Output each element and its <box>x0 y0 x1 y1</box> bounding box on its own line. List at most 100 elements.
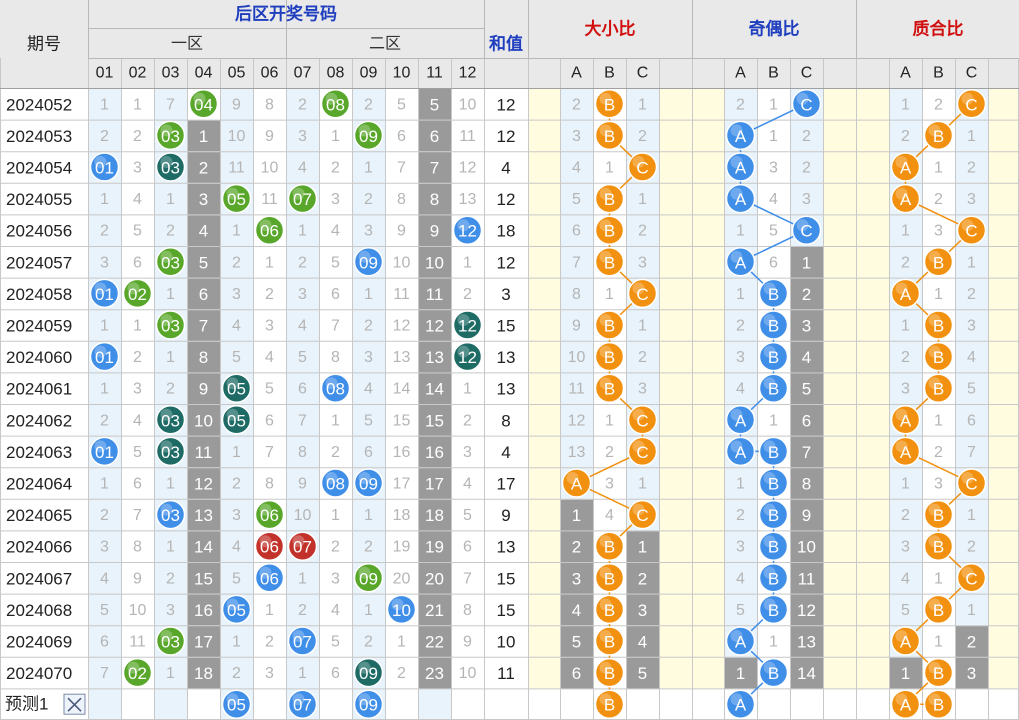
ball-label: B <box>768 285 779 304</box>
period-cell: 2024064 <box>6 475 72 494</box>
ball-label: 03 <box>161 159 180 178</box>
prime-miss: 3 <box>901 381 910 398</box>
miss-cell: 5 <box>133 223 142 240</box>
sum-cell: 13 <box>497 538 516 557</box>
num-header-12: 12 <box>459 65 477 82</box>
parity-header-B: B <box>768 65 779 82</box>
size-miss: 10 <box>568 349 586 366</box>
miss-cell: 3 <box>100 539 109 556</box>
ball-label: 12 <box>458 348 477 367</box>
ball-label: C <box>800 95 812 114</box>
miss-cell: 1 <box>166 349 175 366</box>
ball-label: 06 <box>260 222 279 241</box>
prime-ball-A: A <box>890 183 921 214</box>
size-miss: 13 <box>568 444 586 461</box>
parity-miss: 3 <box>736 349 745 366</box>
parity-miss: 2 <box>736 96 745 113</box>
ball-03: 03 <box>155 436 186 467</box>
miss-cell: 4 <box>364 381 373 398</box>
parity-miss: 1 <box>736 286 745 303</box>
miss-cell: 1 <box>133 96 142 113</box>
size-ball-A: A <box>561 468 592 498</box>
miss-cell: 1 <box>331 507 340 524</box>
sum-cell: 4 <box>501 159 510 178</box>
miss-cell: 8 <box>397 191 406 208</box>
size-ball-B: B <box>594 626 625 656</box>
miss-cell: 2 <box>166 570 175 587</box>
miss-cell: 8 <box>331 349 340 366</box>
ball-label: A <box>900 696 912 715</box>
ball-label: 06 <box>260 569 279 588</box>
ball-label: B <box>604 317 615 336</box>
parity-count: 11 <box>798 569 816 588</box>
ball-label: 01 <box>95 159 114 178</box>
size-miss: 2 <box>638 128 647 145</box>
miss-cell: 2 <box>331 160 340 177</box>
sum-cell: 15 <box>497 569 516 588</box>
miss-cell: 1 <box>298 570 307 587</box>
miss-cell: 11 <box>228 160 245 177</box>
miss-cell: 5 <box>100 602 109 619</box>
size-ball-B: B <box>594 594 625 625</box>
miss-cell: 1 <box>331 412 340 429</box>
parity-header-A: A <box>735 65 746 82</box>
miss-cell: 5 <box>232 570 241 587</box>
miss-cell: 3 <box>232 286 241 303</box>
ball-label: C <box>636 443 648 462</box>
prime-ball-C: C <box>956 89 987 119</box>
period-cell: 2024060 <box>6 348 72 367</box>
back-zone-title: 后区开奖号码 <box>235 4 337 24</box>
prime-count: 2 <box>967 633 976 652</box>
prime-miss: 2 <box>967 160 976 177</box>
ball-02: 02 <box>122 278 153 309</box>
size-count: 5 <box>572 633 581 652</box>
ball-12: 12 <box>452 215 483 245</box>
size-miss: 2 <box>638 223 647 240</box>
miss-cell: 2 <box>100 412 109 429</box>
ball-label: 05 <box>227 411 246 430</box>
ball-03: 03 <box>155 626 186 656</box>
ball-04: 04 <box>188 89 219 119</box>
stat-cell: 18 <box>425 506 444 525</box>
stat-cell: 8 <box>199 348 208 367</box>
period-cell: 2024058 <box>6 285 72 304</box>
miss-cell: 7 <box>463 570 472 587</box>
ball-label: B <box>604 127 615 146</box>
ball-label: 04 <box>194 95 213 114</box>
prime-miss: 1 <box>934 634 943 651</box>
sum-cell: 10 <box>497 633 516 652</box>
size-ball-B: B <box>594 373 625 403</box>
prime-miss: 1 <box>901 223 910 240</box>
size-miss: 3 <box>638 254 647 271</box>
period-cell: 2024062 <box>6 411 72 430</box>
ball-label: B <box>604 190 615 209</box>
size-ball-C: C <box>627 436 658 467</box>
predict-cell-bg <box>253 688 286 720</box>
prime-count: 1 <box>901 664 910 683</box>
size-miss: 1 <box>605 160 614 177</box>
prime-ball-B: B <box>923 247 954 277</box>
miss-cell: 2 <box>364 318 373 335</box>
size-miss: 8 <box>572 286 581 303</box>
miss-cell: 8 <box>463 602 472 619</box>
size-count: 2 <box>572 538 581 557</box>
ball-08: 08 <box>320 468 351 498</box>
size-count: 2 <box>638 569 647 588</box>
miss-cell: 3 <box>331 191 340 208</box>
prime-miss: 2 <box>934 96 943 113</box>
prime-miss: 2 <box>967 286 976 303</box>
ball-01: 01 <box>89 436 120 467</box>
prime-miss: 1 <box>967 507 976 524</box>
miss-cell: 4 <box>265 349 274 366</box>
close-icon[interactable] <box>63 693 86 715</box>
size-miss: 2 <box>605 444 614 461</box>
ball-label: B <box>933 664 944 683</box>
ball-label: B <box>604 95 615 114</box>
miss-cell: 3 <box>265 318 274 335</box>
miss-cell: 12 <box>459 160 477 177</box>
miss-cell: 3 <box>133 160 142 177</box>
size-miss: 1 <box>638 318 647 335</box>
miss-cell: 1 <box>166 286 175 303</box>
predict-cell-bg <box>385 688 418 720</box>
miss-cell: 1 <box>331 128 340 145</box>
